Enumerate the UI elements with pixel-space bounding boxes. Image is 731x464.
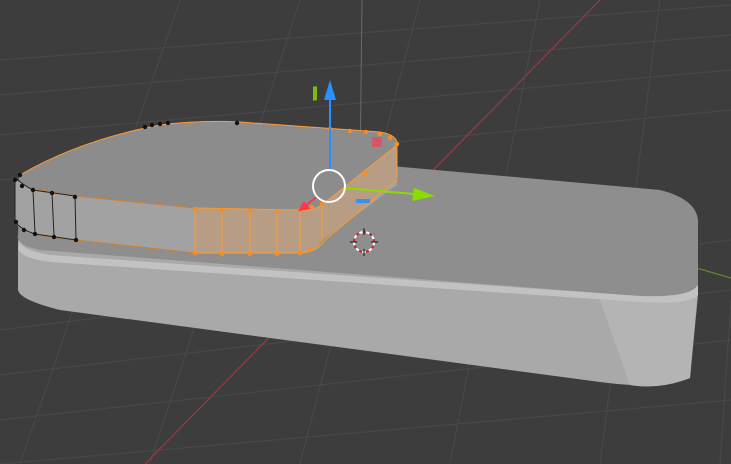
gizmo-z-arrow-icon[interactable]: [324, 80, 336, 100]
viewport-canvas[interactable]: [0, 0, 731, 464]
gizmo-xy-plane-handle[interactable]: [356, 199, 370, 203]
3d-viewport[interactable]: [0, 0, 731, 464]
gizmo-xz-plane-handle[interactable]: [372, 137, 382, 147]
gizmo-yz-plane-handle[interactable]: [313, 86, 317, 101]
